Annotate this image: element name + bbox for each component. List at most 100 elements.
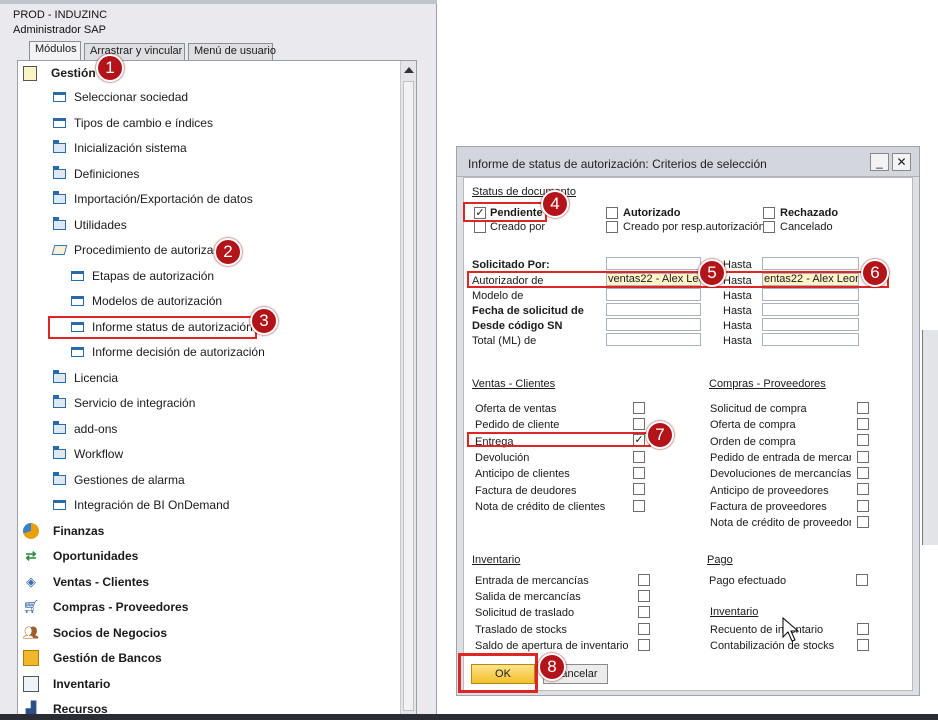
- pedido-cliente-checkbox[interactable]: [633, 418, 645, 430]
- compras-item: Solicitud de compra: [710, 403, 807, 415]
- fecha-from-field[interactable]: [606, 303, 701, 316]
- tree-item-importacion[interactable]: Importación/Exportación de datos: [53, 188, 253, 210]
- cancelado-label: Cancelado: [780, 221, 833, 233]
- inventario-item: Entrada de mercancías: [475, 575, 589, 587]
- scroll-thumb[interactable]: [403, 81, 414, 711]
- salida-mercancias-checkbox[interactable]: [638, 590, 650, 602]
- oferta-ventas-checkbox[interactable]: [633, 402, 645, 414]
- tree-item-tipos-cambio[interactable]: Tipos de cambio e índices: [53, 112, 213, 134]
- modelo-to-field[interactable]: [762, 288, 859, 301]
- module-bancos[interactable]: Gestión de Bancos: [23, 647, 162, 669]
- nota-credito-proveedores-checkbox[interactable]: [857, 516, 869, 528]
- gestion-icon: [23, 65, 37, 81]
- pedido-entrada-checkbox[interactable]: [857, 451, 869, 463]
- tree-item-label: Utilidades: [74, 218, 127, 232]
- autorizado-checkbox[interactable]: [606, 207, 618, 219]
- inventario-section-title: Inventario: [472, 554, 521, 566]
- module-finanzas[interactable]: Finanzas: [23, 520, 104, 542]
- callout-3: 3: [250, 307, 278, 335]
- window-icon: [71, 296, 84, 306]
- folder-icon: [53, 166, 66, 179]
- tree-item-servicio-integracion[interactable]: Servicio de integración: [53, 392, 195, 414]
- devolucion-checkbox[interactable]: [633, 451, 645, 463]
- entrada-mercancias-checkbox[interactable]: [638, 574, 650, 586]
- tree-scrollbar[interactable]: [400, 61, 416, 717]
- contabilizacion-stocks-checkbox[interactable]: [857, 639, 869, 651]
- dialog-titlebar[interactable]: Informe de status de autorización: Crite…: [457, 147, 919, 177]
- total-from-field[interactable]: [606, 333, 701, 346]
- module-oportunidades[interactable]: ⇄ Oportunidades: [23, 545, 139, 567]
- tree-item-bi-ondemand[interactable]: Integración de BI OnDemand: [53, 494, 229, 516]
- module-compras[interactable]: 🛒︎ Compras - Proveedores: [23, 596, 189, 618]
- tree-item-definiciones[interactable]: Definiciones: [53, 163, 139, 185]
- taskbar-strip: [0, 714, 938, 720]
- devoluciones-mercancias-checkbox[interactable]: [857, 467, 869, 479]
- module-ventas[interactable]: ◈ Ventas - Clientes: [23, 571, 149, 593]
- codigo-from-field[interactable]: [606, 318, 701, 331]
- hasta-label: Hasta: [723, 320, 752, 332]
- ventas-item: Devolución: [475, 452, 530, 464]
- tree-item-modelos[interactable]: Modelos de autorización: [71, 290, 222, 312]
- tree-item-inicializacion[interactable]: Inicialización sistema: [53, 137, 187, 159]
- highlight-autorizador: [467, 271, 889, 288]
- solicitado-to-field[interactable]: [762, 257, 859, 270]
- fecha-to-field[interactable]: [762, 303, 859, 316]
- solicitud-compra-checkbox[interactable]: [857, 402, 869, 414]
- tree-item-label: Modelos de autorización: [92, 294, 223, 308]
- anticipo-clientes-checkbox[interactable]: [633, 467, 645, 479]
- creado-por-checkbox[interactable]: [474, 221, 486, 233]
- module-inventario[interactable]: Inventario: [23, 673, 110, 695]
- saldo-apertura-checkbox[interactable]: [638, 639, 650, 651]
- close-icon[interactable]: ✕: [892, 153, 911, 171]
- highlight-pendiente: [463, 202, 547, 222]
- window-icon: [53, 92, 66, 102]
- tab-menu-usuario[interactable]: Menú de usuario: [188, 43, 276, 60]
- tree-item-seleccionar-sociedad[interactable]: Seleccionar sociedad: [53, 86, 188, 108]
- folder-icon: [53, 370, 66, 383]
- recuento-inventario-checkbox[interactable]: [857, 623, 869, 635]
- inventario-item: Salida de mercancías: [475, 591, 581, 603]
- tree-item-addons[interactable]: add-ons: [53, 418, 117, 440]
- tree-item-utilidades[interactable]: Utilidades: [53, 214, 127, 236]
- orden-compra-checkbox[interactable]: [857, 434, 869, 446]
- tree-item-workflow[interactable]: Workflow: [53, 443, 123, 465]
- traslado-stocks-checkbox[interactable]: [638, 623, 650, 635]
- anticipo-proveedores-checkbox[interactable]: [857, 483, 869, 495]
- module-label: Socios de Negocios: [53, 626, 168, 640]
- total-to-field[interactable]: [762, 333, 859, 346]
- solicitado-from-field[interactable]: [606, 257, 701, 270]
- rechazado-checkbox[interactable]: [763, 207, 775, 219]
- tree-item-label: Integración de BI OnDemand: [74, 498, 230, 512]
- pago-efectuado-checkbox[interactable]: [856, 574, 868, 586]
- top-strip: [0, 0, 437, 4]
- codigo-to-field[interactable]: [762, 318, 859, 331]
- nota-credito-clientes-checkbox[interactable]: [633, 500, 645, 512]
- tree-item-etapas[interactable]: Etapas de autorización: [71, 265, 214, 287]
- folder-icon: [53, 140, 66, 153]
- tree-item-label: Etapas de autorización: [92, 269, 215, 283]
- creado-resp-label: Creado por resp.autorización: [623, 221, 765, 233]
- oferta-compra-checkbox[interactable]: [857, 418, 869, 430]
- factura-proveedores-checkbox[interactable]: [857, 500, 869, 512]
- compras-item: Pedido de entrada de mercancías: [710, 452, 851, 464]
- factura-deudores-checkbox[interactable]: [633, 483, 645, 495]
- tree-item-informe-decision[interactable]: Informe decisión de autorización: [71, 341, 265, 363]
- creado-por-label: Creado por: [490, 221, 546, 233]
- tree-gestion[interactable]: Gestión: [23, 62, 96, 84]
- minimize-icon[interactable]: _: [870, 153, 889, 171]
- tree-item-label: Importación/Exportación de datos: [74, 192, 253, 206]
- module-socios[interactable]: 👥︎ Socios de Negocios: [23, 622, 167, 644]
- tree-item-label: add-ons: [74, 422, 118, 436]
- modelo-from-field[interactable]: [606, 288, 701, 301]
- tree-item-alarma[interactable]: Gestiones de alarma: [53, 469, 185, 491]
- inventario2-item: Contabilización de stocks: [710, 640, 835, 652]
- cancelado-checkbox[interactable]: [763, 221, 775, 233]
- ventas-item: Factura de deudores: [475, 485, 577, 497]
- tab-modulos[interactable]: Módulos: [29, 41, 81, 61]
- solicitud-traslado-checkbox[interactable]: [638, 606, 650, 618]
- creado-resp-checkbox[interactable]: [606, 221, 618, 233]
- scroll-up-icon[interactable]: [404, 67, 414, 73]
- tree-item-procedimiento[interactable]: Procedimiento de autorización: [51, 239, 235, 261]
- background-thumbnail: [922, 330, 938, 545]
- tree-item-licencia[interactable]: Licencia: [53, 367, 118, 389]
